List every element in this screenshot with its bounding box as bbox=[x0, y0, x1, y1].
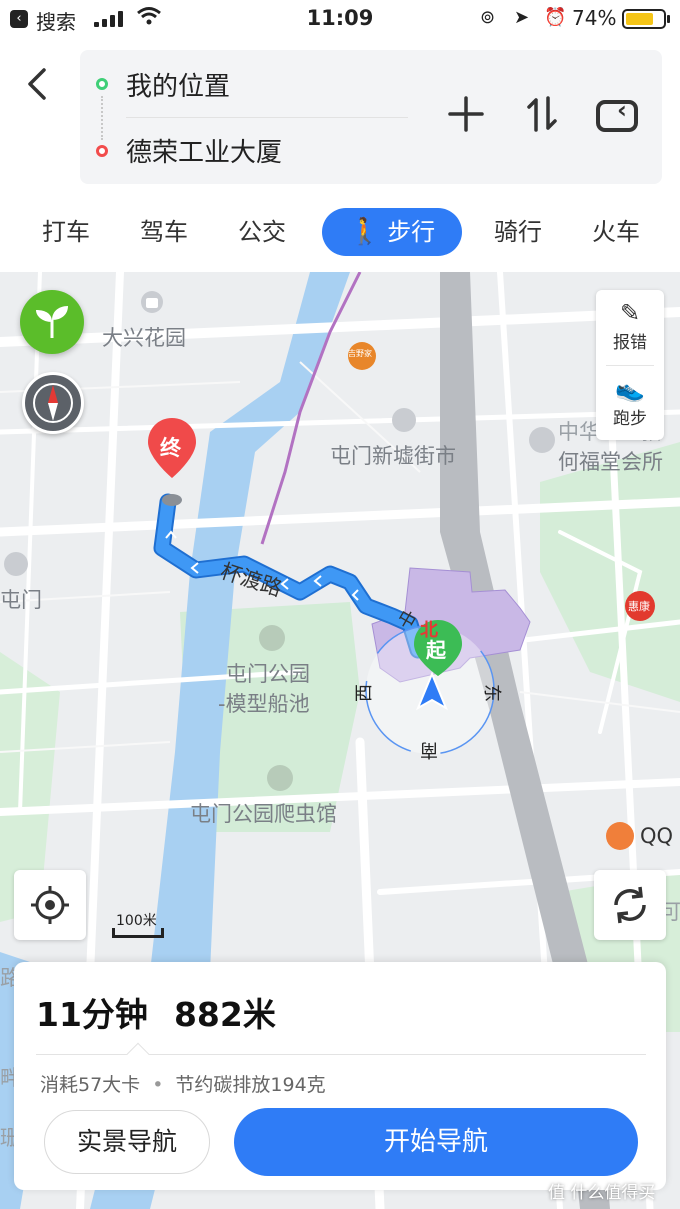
card-notch bbox=[126, 1042, 150, 1066]
battery-tip bbox=[667, 15, 670, 23]
live-nav-button[interactable]: 实景导航 bbox=[44, 1110, 210, 1174]
compass-icon bbox=[33, 383, 73, 423]
poi-model-pool[interactable]: -模型船池 bbox=[218, 688, 310, 718]
back-button[interactable] bbox=[22, 64, 62, 108]
chevron-left-icon bbox=[28, 68, 46, 100]
compass-east: 东 bbox=[481, 684, 502, 702]
eco-leaf-button[interactable] bbox=[20, 290, 84, 354]
watermark: 值 什么值得买 bbox=[548, 1183, 656, 1203]
tab-train[interactable]: 火车 bbox=[586, 208, 646, 256]
add-waypoint-button[interactable] bbox=[442, 90, 490, 138]
end-marker-label[interactable]: 终 bbox=[160, 432, 181, 462]
swap-icon bbox=[527, 96, 557, 132]
plus-icon bbox=[448, 96, 484, 132]
end-dot-icon bbox=[96, 145, 108, 157]
route-input-box: 我的位置 德荣工业大厦 bbox=[80, 50, 662, 184]
battery-icon bbox=[622, 9, 666, 29]
locate-me-button[interactable] bbox=[14, 870, 86, 940]
edit-icon: ✎ bbox=[619, 299, 641, 327]
swap-route-button[interactable] bbox=[518, 90, 566, 138]
battery-percent: 74% bbox=[572, 6, 617, 30]
poi-hofuk[interactable]: 何福堂会所 bbox=[558, 446, 663, 476]
compass-west: 西 bbox=[354, 684, 375, 702]
location-arrow-icon: ➤ bbox=[514, 7, 530, 28]
poi-daxing-garden[interactable]: 大兴花园 bbox=[102, 322, 186, 352]
report-error-label: 报错 bbox=[613, 333, 647, 353]
tab-bike[interactable]: 骑行 bbox=[488, 208, 548, 256]
start-dot-icon bbox=[96, 78, 108, 90]
running-shoe-icon: 👟 bbox=[615, 375, 645, 403]
poi-reptile-house[interactable]: 屯门公园爬虫馆 bbox=[190, 798, 337, 828]
running-label: 跑步 bbox=[613, 409, 647, 429]
map-scale-label: 100米 bbox=[116, 913, 157, 929]
poi-zhonghua[interactable]: 中华 bbox=[558, 416, 600, 446]
route-divider bbox=[126, 117, 408, 118]
bullet-separator: • bbox=[152, 1074, 164, 1096]
walking-person-icon: 🚶 bbox=[348, 217, 382, 247]
poi-park[interactable]: 屯门公园 bbox=[226, 658, 310, 688]
battery-fill bbox=[626, 13, 653, 25]
compass-south: 南 bbox=[420, 739, 438, 760]
calories-text: 消耗57大卡 bbox=[40, 1074, 141, 1096]
poi-shop-logo[interactable]: 吉野家 bbox=[348, 348, 372, 359]
map-scale-bar bbox=[112, 928, 164, 938]
start-location-field[interactable]: 我的位置 bbox=[126, 66, 230, 103]
status-bar: ‹ 搜索 11:09 ⊚ ➤ ⏰ 74% bbox=[0, 0, 680, 38]
route-summary-card: 11分钟 882米 消耗57大卡 • 节约碳排放194克 实景导航 开始导航 bbox=[14, 962, 666, 1190]
poi-tuen-mun[interactable]: 屯门 bbox=[0, 584, 42, 614]
tab-transit[interactable]: 公交 bbox=[232, 208, 292, 256]
end-location-field[interactable]: 德荣工业大厦 bbox=[126, 132, 282, 169]
route-connector bbox=[101, 96, 103, 140]
route-details: 消耗57大卡 • 节约碳排放194克 bbox=[40, 1070, 326, 1097]
tab-taxi[interactable]: 打车 bbox=[36, 208, 96, 256]
compass-button[interactable] bbox=[22, 372, 84, 434]
route-options-icon[interactable] bbox=[596, 96, 638, 132]
rotation-lock-icon: ⊚ bbox=[480, 7, 496, 28]
crosshair-icon bbox=[31, 886, 69, 924]
report-error-button[interactable]: ✎ 报错 bbox=[596, 290, 664, 364]
alarm-icon: ⏰ bbox=[544, 7, 567, 28]
route-duration: 11分钟 bbox=[36, 995, 148, 1034]
travel-mode-tabs: 打车 驾车 公交 🚶 步行 骑行 火车 bbox=[0, 204, 680, 260]
poi-qq[interactable]: QQ bbox=[640, 824, 673, 848]
start-nav-button[interactable]: 开始导航 bbox=[234, 1108, 638, 1176]
compass-north: 北 bbox=[420, 620, 438, 641]
route-header: 我的位置 德荣工业大厦 打车 驾车 公交 🚶步行 骑行 火车 bbox=[0, 38, 680, 272]
refresh-route-button[interactable] bbox=[594, 870, 666, 940]
running-button[interactable]: 👟 跑步 bbox=[596, 366, 664, 440]
refresh-icon bbox=[614, 886, 646, 924]
carbon-text: 节约碳排放194克 bbox=[175, 1074, 326, 1096]
tab-walk-label: 步行 bbox=[387, 218, 436, 246]
route-summary: 11分钟 882米 bbox=[36, 988, 302, 1036]
leaf-icon bbox=[36, 306, 68, 338]
poi-tuen-mun-new-market[interactable]: 屯门新墟街市 bbox=[330, 440, 456, 470]
route-distance: 882米 bbox=[173, 995, 276, 1034]
tab-drive[interactable]: 驾车 bbox=[134, 208, 194, 256]
poi-huikang[interactable]: 惠康 bbox=[628, 598, 650, 614]
tab-walk[interactable]: 🚶 步行 bbox=[322, 208, 462, 256]
map-tools-panel: ✎ 报错 👟 跑步 bbox=[596, 290, 664, 440]
